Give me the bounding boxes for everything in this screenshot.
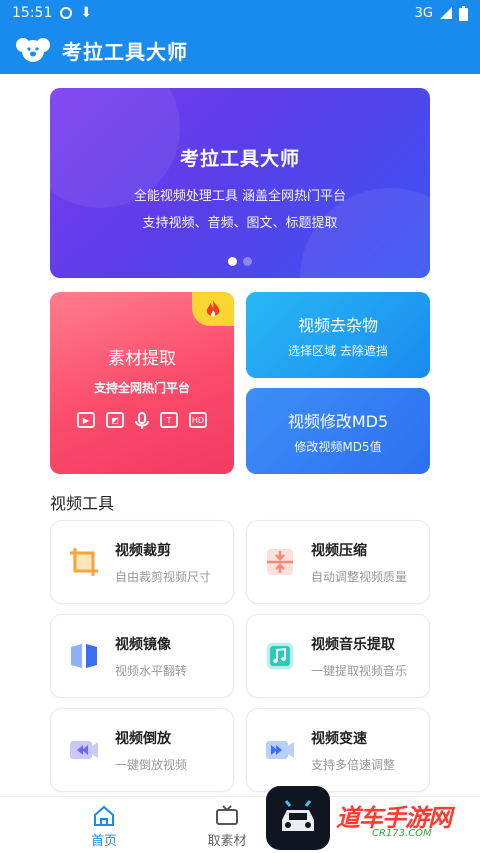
main-content: 考拉工具大师 全能视频处理工具 涵盖全网热门平台 支持视频、音频、图文、标题提取…: [0, 74, 480, 796]
banner-line-1: 全能视频处理工具 涵盖全网热门平台: [133, 189, 347, 204]
remove-object-card[interactable]: 视频去杂物 选择区域 去除遮挡: [246, 292, 430, 378]
fire-icon: [206, 300, 220, 317]
status-time: 15:51: [12, 5, 53, 21]
home-icon: [94, 805, 114, 826]
tool-subtitle: 自动调整视频质量: [311, 569, 408, 584]
image-icon: ◩: [106, 412, 124, 428]
tool-subtitle: 视频水平翻转: [115, 663, 188, 678]
tool-music-extract[interactable]: 视频音乐提取 一键提取视频音乐: [246, 614, 430, 698]
banner-line-2: 支持视频、音频、图文、标题提取: [142, 216, 338, 231]
tool-subtitle: 自由裁剪视频尺寸: [115, 569, 212, 584]
mic-icon: [135, 412, 149, 429]
material-subtitle: 支持全网热门平台: [93, 381, 190, 395]
tool-video-speed[interactable]: 视频变速 支持多倍速调整: [246, 708, 430, 792]
battery-icon: [459, 5, 468, 21]
nav-material-label: 取素材: [207, 834, 247, 849]
mirror-icon: [71, 644, 97, 668]
watermark-url: CR173.COM: [372, 828, 432, 839]
tool-video-compress[interactable]: 视频压缩 自动调整视频质量: [246, 520, 430, 604]
tool-subtitle: 一键倒放视频: [115, 757, 188, 772]
tv-icon: [216, 805, 238, 825]
material-title: 素材提取: [108, 349, 176, 369]
tool-title: 视频变速: [311, 730, 367, 747]
tool-title: 视频镜像: [115, 636, 171, 653]
remove-object-title: 视频去杂物: [297, 316, 378, 335]
banner-pager: [50, 257, 430, 266]
app-bar: 考拉工具大师: [0, 26, 480, 74]
md5-subtitle: 修改视频MD5值: [294, 440, 382, 454]
tool-video-crop[interactable]: 视频裁剪 自由裁剪视频尺寸: [50, 520, 234, 604]
promo-banner[interactable]: 考拉工具大师 全能视频处理工具 涵盖全网热门平台 支持视频、音频、图文、标题提取: [50, 88, 430, 278]
remove-object-subtitle: 选择区域 去除遮挡: [288, 344, 388, 358]
music-icon: [267, 643, 293, 669]
pager-dot[interactable]: [243, 257, 252, 266]
tool-video-reverse[interactable]: 视频倒放 一键倒放视频: [50, 708, 234, 792]
tool-subtitle: 支持多倍速调整: [311, 757, 396, 772]
tool-title: 视频音乐提取: [311, 636, 395, 653]
download-icon: ⬇: [80, 5, 93, 21]
tool-title: 视频倒放: [115, 730, 171, 747]
crop-icon: [70, 548, 98, 576]
nav-home[interactable]: 首页: [36, 797, 172, 853]
status-bar: 15:51 ⬇ 3G: [0, 0, 480, 26]
material-type-icons: ▶ ◩ T HD: [50, 412, 234, 430]
tool-title: 视频压缩: [311, 542, 367, 559]
car-icon: [282, 800, 314, 831]
signal-icon: [440, 7, 452, 19]
text-icon: T: [160, 412, 178, 428]
tool-video-mirror[interactable]: 视频镜像 视频水平翻转: [50, 614, 234, 698]
rewind-icon: [70, 741, 98, 759]
notification-icon: [60, 7, 73, 19]
compress-icon: [267, 549, 293, 575]
nav-home-label: 首页: [90, 834, 117, 849]
tool-subtitle: 一键提取视频音乐: [311, 663, 408, 678]
app-title: 考拉工具大师: [62, 39, 188, 64]
pager-dot-active[interactable]: [228, 257, 237, 266]
modify-md5-card[interactable]: 视频修改MD5 修改视频MD5值: [246, 388, 430, 474]
video-icon: ▶: [77, 412, 95, 428]
hot-badge: [192, 292, 234, 326]
video-tools-heading: 视频工具: [50, 494, 115, 513]
app-promo-icon[interactable]: [266, 786, 330, 850]
material-extract-card[interactable]: 素材提取 支持全网热门平台 ▶ ◩ T HD: [50, 292, 234, 474]
md5-title: 视频修改MD5: [287, 412, 389, 431]
hd-icon: HD: [189, 412, 207, 428]
tool-title: 视频裁剪: [115, 542, 171, 559]
speed-icon: [266, 741, 294, 759]
network-type: 3G: [414, 5, 433, 21]
koala-logo-icon: [16, 38, 50, 62]
